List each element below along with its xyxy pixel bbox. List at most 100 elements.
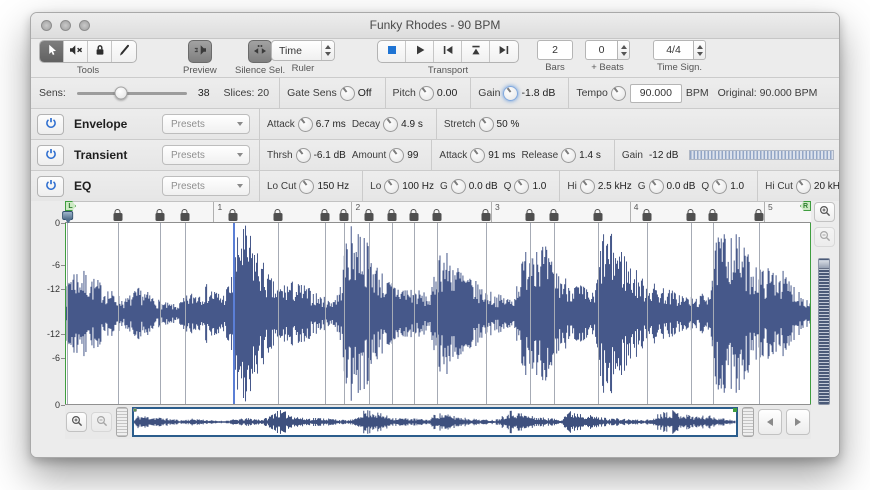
slice-line[interactable] <box>118 223 119 404</box>
slice-lock-icon[interactable] <box>388 213 397 221</box>
timesig-stepper-icon[interactable] <box>693 40 706 60</box>
overview-waveform[interactable] <box>132 407 738 437</box>
slice-line[interactable] <box>185 223 186 404</box>
scroll-left-button[interactable] <box>758 409 782 435</box>
play-button[interactable] <box>406 41 434 62</box>
lo-cut-knob[interactable] <box>299 179 314 194</box>
slice-line[interactable] <box>67 223 68 404</box>
slice-lock-icon[interactable] <box>320 213 329 221</box>
slice-lock-icon[interactable] <box>754 213 763 221</box>
zoom-in-h-button[interactable] <box>66 412 87 432</box>
slice-lock-icon[interactable] <box>642 213 651 221</box>
hi-cut-knob[interactable] <box>796 179 811 194</box>
slice-line[interactable] <box>278 223 279 404</box>
slice-line[interactable] <box>325 223 326 404</box>
silence-selection-button[interactable] <box>248 40 272 63</box>
slice-lock-icon[interactable] <box>410 213 419 221</box>
pitch-knob[interactable] <box>419 86 434 101</box>
slice-lock-icon[interactable] <box>365 213 374 221</box>
draw-tool-button[interactable] <box>112 41 136 62</box>
stop-button[interactable] <box>378 41 406 62</box>
zoom-out-v-button[interactable] <box>814 227 835 247</box>
slice-line[interactable] <box>647 223 648 404</box>
slice-lock-icon[interactable] <box>156 213 165 221</box>
attack-knob[interactable] <box>298 117 313 132</box>
loop-start-marker[interactable]: L <box>65 201 76 211</box>
slice-lock-icon[interactable] <box>594 213 603 221</box>
slice-lock-icon[interactable] <box>481 213 490 221</box>
slice-lock-icon[interactable] <box>340 213 349 221</box>
slice-lock-icon[interactable] <box>525 213 534 221</box>
playhead-marker[interactable] <box>62 211 73 220</box>
envelope-presets-dropdown[interactable]: Presets <box>162 114 250 134</box>
loop-end-marker[interactable]: R <box>800 201 811 211</box>
beats-field[interactable] <box>585 40 617 60</box>
go-to-end-button[interactable] <box>490 41 518 62</box>
g-knob[interactable] <box>649 179 664 194</box>
tempo-field[interactable] <box>630 84 682 103</box>
eq-presets-dropdown[interactable]: Presets <box>162 176 250 196</box>
gain-knob[interactable] <box>503 86 518 101</box>
slice-lock-icon[interactable] <box>274 213 283 221</box>
slice-lock-icon[interactable] <box>549 213 558 221</box>
timesig-value[interactable]: 4/4 <box>653 40 693 60</box>
envelope-power-button[interactable] <box>37 114 64 135</box>
scroll-right-button[interactable] <box>786 409 810 435</box>
lo-knob[interactable] <box>384 179 399 194</box>
mute-tool-button[interactable] <box>64 41 88 62</box>
pointer-tool-button[interactable] <box>40 41 64 62</box>
slice-line[interactable] <box>369 223 370 404</box>
hi-knob[interactable] <box>580 179 595 194</box>
preview-button[interactable] <box>188 40 212 63</box>
zoom-out-h-button[interactable] <box>91 412 112 432</box>
amount-knob[interactable] <box>389 148 404 163</box>
zoom-in-v-button[interactable] <box>814 202 835 222</box>
slice-line[interactable] <box>486 223 487 404</box>
slice-lock-icon[interactable] <box>432 213 441 221</box>
overview-left-grip-handle[interactable] <box>116 407 128 437</box>
main-waveform[interactable] <box>65 223 811 404</box>
stepper-icon[interactable] <box>321 41 334 60</box>
time-ruler[interactable]: 12345LR <box>65 201 811 223</box>
bars-field[interactable] <box>537 40 573 60</box>
overview-right-grip-handle[interactable] <box>742 407 754 437</box>
slice-line[interactable] <box>160 223 161 404</box>
decay-knob[interactable] <box>383 117 398 132</box>
gate-sens-knob[interactable] <box>340 86 355 101</box>
slice-line[interactable] <box>598 223 599 404</box>
thrsh-knob[interactable] <box>296 148 311 163</box>
waveform-canvas[interactable] <box>65 223 811 405</box>
slice-lock-icon[interactable] <box>708 213 717 221</box>
q-knob[interactable] <box>514 179 529 194</box>
gain-ribbon-slider[interactable] <box>689 150 834 160</box>
slice-line[interactable] <box>437 223 438 404</box>
q-knob[interactable] <box>712 179 727 194</box>
return-to-start-button[interactable] <box>462 41 490 62</box>
slice-line[interactable] <box>554 223 555 404</box>
eq-power-button[interactable] <box>37 176 64 197</box>
transient-presets-dropdown[interactable]: Presets <box>162 145 250 165</box>
slider-thumb[interactable] <box>114 87 127 100</box>
slice-line[interactable] <box>759 223 760 404</box>
slice-line[interactable] <box>344 223 345 404</box>
slice-line[interactable] <box>414 223 415 404</box>
go-to-start-button[interactable] <box>434 41 462 62</box>
transient-power-button[interactable] <box>37 145 64 166</box>
slice-lock-icon[interactable] <box>113 213 122 221</box>
slice-line[interactable] <box>530 223 531 404</box>
attack-knob[interactable] <box>470 148 485 163</box>
slice-line[interactable] <box>691 223 692 404</box>
stretch-knob[interactable] <box>479 117 494 132</box>
tempo-knob[interactable] <box>611 86 626 101</box>
slice-line[interactable] <box>392 223 393 404</box>
sensitivity-slider[interactable] <box>77 92 187 95</box>
beats-stepper-icon[interactable] <box>617 40 630 60</box>
slice-lock-icon[interactable] <box>181 213 190 221</box>
slice-line[interactable] <box>713 223 714 404</box>
slice-lock-icon[interactable] <box>228 213 237 221</box>
vertical-slider-grip[interactable] <box>819 261 829 269</box>
ruler-mode-select[interactable]: Time <box>271 40 335 61</box>
slice-lock-icon[interactable] <box>686 213 695 221</box>
release-knob[interactable] <box>561 148 576 163</box>
lock-tool-button[interactable] <box>88 41 112 62</box>
